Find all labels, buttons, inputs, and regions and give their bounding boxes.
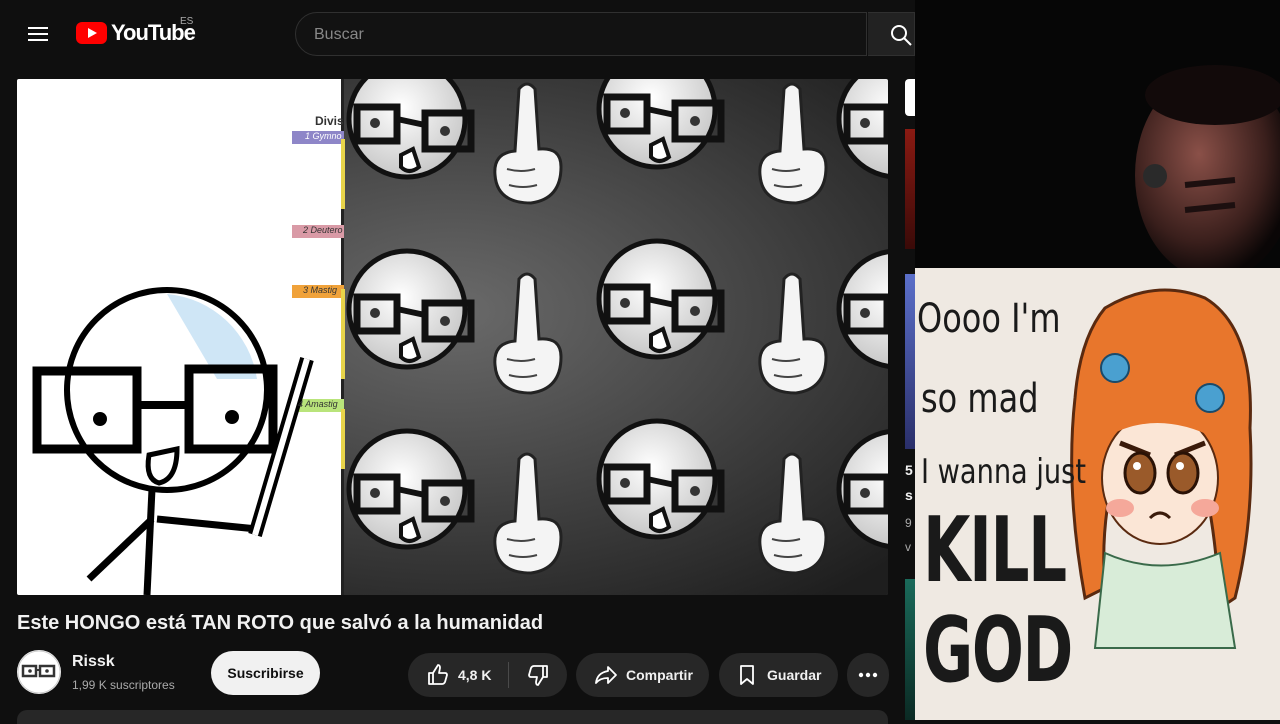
diagram-label: Divis [315,114,344,128]
search-box [295,12,867,57]
handwriting-line: Oooo I'm [917,296,1061,342]
video-title: Este HONGO está TAN ROTO que salvó a la … [17,612,544,634]
recommendation-title-peek: s [905,487,913,503]
fan-art-overlay: Oooo I'm so mad I wanna just KILL GOD [915,268,1280,720]
description-box[interactable] [17,710,888,724]
thumbs-down-icon [528,665,548,686]
more-horizontal-icon [858,672,878,678]
masthead: YouTube ES [0,0,915,70]
more-actions-button[interactable] [847,653,889,697]
video-frame [17,79,888,595]
hamburger-menu-icon[interactable] [26,22,50,46]
like-button[interactable]: 4,8 K [408,653,508,697]
channel-name[interactable]: Rissk [72,653,115,671]
youtube-logo[interactable]: YouTube [76,20,196,46]
handwriting-emphasis: GOD [923,598,1073,703]
share-arrow-icon [595,666,617,684]
channel-avatar[interactable] [17,650,61,694]
recommendation-title-peek: 5 [905,462,913,478]
share-label: Compartir [626,667,693,683]
search-button[interactable] [868,12,915,56]
subscribe-button[interactable]: Suscribirse [211,651,320,695]
share-button[interactable]: Compartir [576,653,709,697]
recommendation-meta-peek: v [905,540,911,554]
dislike-button[interactable] [509,653,567,697]
save-button[interactable]: Guardar [719,653,838,697]
handwriting-line: I wanna just [921,452,1087,492]
webcam-overlay [915,0,1280,268]
thumbs-up-icon [428,664,448,685]
youtube-play-icon [76,22,107,44]
avatar-image [17,650,61,694]
diagram-label: 3 Mastig [303,285,338,295]
webcam-feed [915,0,1280,268]
recommendation-meta-peek: 9 [905,516,912,530]
bookmark-icon [740,665,754,685]
like-dislike-group: 4,8 K [408,653,567,697]
diagram-label: 2 Deutero [303,225,343,235]
subscriber-count: 1,99 K suscriptores [72,678,175,692]
handwriting-emphasis: KILL [923,498,1067,603]
region-code: ES [180,16,194,27]
save-label: Guardar [767,667,822,683]
video-player[interactable]: Divis 1 Gymno 2 Deutero 3 Mastig 4 Amast… [17,79,888,595]
search-input[interactable] [312,13,856,57]
diagram-label: 4 Amastig [298,399,338,409]
handwriting-line: so mad [921,376,1039,422]
recommendations-peek[interactable]: 5 s 9 v [903,79,915,720]
diagram-label: 1 Gymno [305,131,342,141]
search-icon [891,25,912,46]
like-count: 4,8 K [458,667,492,683]
